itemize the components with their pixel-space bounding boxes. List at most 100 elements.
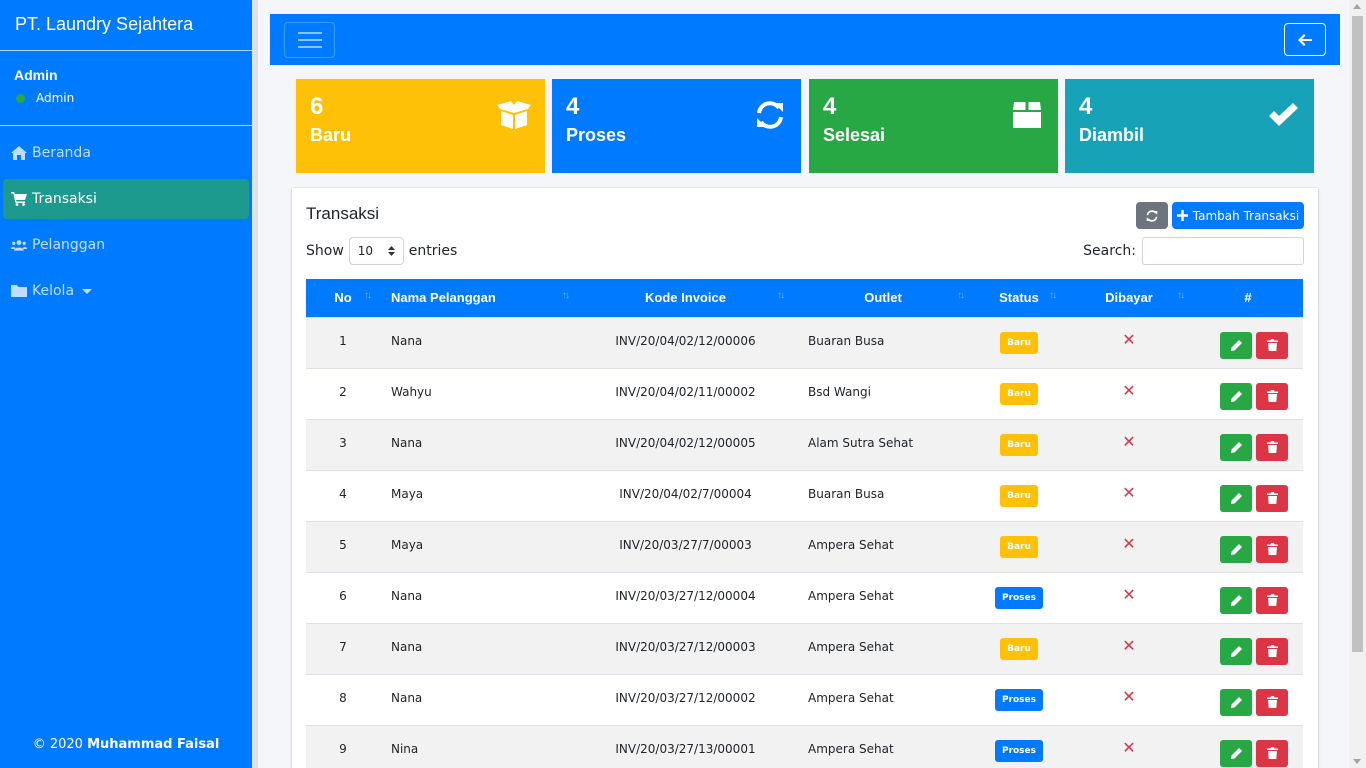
sort-icon: ↑↓ xyxy=(364,290,372,301)
delete-button[interactable] xyxy=(1256,739,1288,767)
hamburger-icon xyxy=(297,39,322,41)
cell-outlet: Buaran Busa xyxy=(793,469,973,521)
cell-no: 6 xyxy=(306,571,380,623)
col-header-outlet[interactable]: Outlet ↑↓ xyxy=(793,279,973,317)
cell-dibayar: ✕ xyxy=(1065,724,1193,768)
chevron-down-icon xyxy=(82,288,93,294)
user-panel: Admin Admin xyxy=(0,51,252,126)
cell-kode: INV/20/04/02/12/00006 xyxy=(578,316,793,368)
delete-button[interactable] xyxy=(1256,586,1288,614)
logout-button[interactable] xyxy=(1284,23,1326,56)
page-scrollbar[interactable] xyxy=(1349,0,1366,768)
trash-icon xyxy=(1266,441,1278,453)
refresh-button[interactable] xyxy=(1136,202,1168,229)
delete-button[interactable] xyxy=(1256,433,1288,461)
footer-prefix: © 2020 xyxy=(32,737,83,752)
edit-button[interactable] xyxy=(1220,637,1252,665)
trash-icon xyxy=(1266,492,1278,504)
cell-nama: Wahyu xyxy=(380,367,578,419)
brand-title[interactable]: PT. Laundry Sejahtera xyxy=(0,0,252,51)
status-badge: Proses xyxy=(994,586,1044,609)
cell-outlet: Alam Sutra Sehat xyxy=(793,418,973,470)
edit-button[interactable] xyxy=(1220,586,1252,614)
col-header-dibayar[interactable]: Dibayar ↑↓ xyxy=(1065,279,1193,317)
pencil-icon xyxy=(1230,441,1242,453)
edit-button[interactable] xyxy=(1220,484,1252,512)
user-status: Admin xyxy=(14,91,238,105)
user-name[interactable]: Admin xyxy=(14,67,238,83)
search-input[interactable] xyxy=(1142,237,1304,265)
cell-actions xyxy=(1193,469,1303,521)
cell-outlet: Bsd Wangi xyxy=(793,367,973,419)
x-mark-icon: ✕ xyxy=(1122,533,1136,553)
edit-button[interactable] xyxy=(1220,331,1252,359)
sidebar-item-beranda[interactable]: Beranda xyxy=(3,133,249,173)
add-transaction-button[interactable]: Tambah Transaksi xyxy=(1172,202,1304,229)
cell-status: Baru xyxy=(973,520,1065,572)
col-header-kode[interactable]: Kode Invoice ↑↓ xyxy=(578,279,793,317)
edit-button[interactable] xyxy=(1220,433,1252,461)
trash-icon xyxy=(1266,390,1278,402)
sidebar-item-kelola[interactable]: Kelola xyxy=(3,271,249,311)
hamburger-icon xyxy=(297,46,322,48)
page-length-select[interactable]: 10 xyxy=(348,237,404,265)
cell-no: 2 xyxy=(306,367,380,419)
transactions-table: No ↑↓ Nama Pelanggan ↑↓ Kode Invoice ↑↓ Out… xyxy=(306,279,1303,768)
delete-button[interactable] xyxy=(1256,331,1288,359)
delete-button[interactable] xyxy=(1256,637,1288,665)
search-control: Search: xyxy=(1083,237,1304,265)
cell-actions xyxy=(1193,418,1303,470)
scroll-down-icon[interactable] xyxy=(1353,759,1361,764)
col-header-no[interactable]: No ↑↓ xyxy=(306,279,380,317)
stat-box-proses: 4 Proses xyxy=(552,79,801,173)
cell-actions xyxy=(1193,724,1303,768)
cell-dibayar: ✕ xyxy=(1065,367,1193,419)
table-row: 4 Maya INV/20/04/02/7/00004 Buaran Busa Baru… xyxy=(306,469,1303,521)
col-header-status[interactable]: Status ↑↓ xyxy=(973,279,1065,317)
edit-button[interactable] xyxy=(1220,382,1252,410)
pencil-icon xyxy=(1230,594,1242,606)
header-label: Nama Pelanggan xyxy=(391,290,496,306)
delete-button[interactable] xyxy=(1256,688,1288,716)
entries-label: entries xyxy=(408,243,458,259)
delete-button[interactable] xyxy=(1256,535,1288,563)
stat-box-selesai: 4 Selesai xyxy=(809,79,1058,173)
x-mark-icon: ✕ xyxy=(1122,329,1136,349)
table-row: 9 Nina INV/20/03/27/13/00001 Ampera Sehat Pr… xyxy=(306,724,1303,768)
x-mark-icon: ✕ xyxy=(1122,686,1136,706)
cell-kode: INV/20/04/02/12/00005 xyxy=(578,418,793,470)
cell-nama: Nina xyxy=(380,724,578,768)
page-length-control: Show 10 entries xyxy=(306,237,457,265)
footer-author[interactable]: Muhammad Faisal xyxy=(87,737,219,752)
delete-button[interactable] xyxy=(1256,484,1288,512)
pencil-icon xyxy=(1230,696,1242,708)
box-open-icon xyxy=(497,101,531,129)
cell-nama: Nana xyxy=(380,418,578,470)
arrow-left-icon xyxy=(1298,33,1312,46)
status-badge: Baru xyxy=(1000,484,1038,507)
x-mark-icon: ✕ xyxy=(1122,737,1136,757)
cell-dibayar: ✕ xyxy=(1065,316,1193,368)
cell-outlet: Ampera Sehat xyxy=(793,673,973,725)
sidebar-item-pelanggan[interactable]: Pelanggan xyxy=(3,225,249,265)
menu-toggle-button[interactable] xyxy=(284,22,335,58)
cell-nama: Maya xyxy=(380,469,578,521)
edit-button[interactable] xyxy=(1220,535,1252,563)
col-header-nama[interactable]: Nama Pelanggan ↑↓ xyxy=(380,279,578,317)
cell-status: Proses xyxy=(973,724,1065,768)
select-arrows-icon xyxy=(387,246,395,256)
sidebar-item-transaksi[interactable]: Transaksi xyxy=(3,179,249,219)
edit-button[interactable] xyxy=(1220,688,1252,716)
scroll-up-icon[interactable] xyxy=(1353,4,1361,9)
transaksi-card: Transaksi Tambah Transaksi Show 10 entri… xyxy=(292,188,1318,768)
cell-outlet: Ampera Sehat xyxy=(793,520,973,572)
header-label: # xyxy=(1244,290,1252,306)
delete-button[interactable] xyxy=(1256,382,1288,410)
edit-button[interactable] xyxy=(1220,739,1252,767)
scrollbar-thumb[interactable] xyxy=(1352,16,1363,652)
footer-copyright: © 2020 Muhammad Faisal xyxy=(0,737,252,752)
x-mark-icon: ✕ xyxy=(1122,431,1136,451)
cell-kode: INV/20/03/27/12/00003 xyxy=(578,622,793,674)
header-label: No xyxy=(334,290,352,306)
sidebar-divider xyxy=(252,0,258,768)
